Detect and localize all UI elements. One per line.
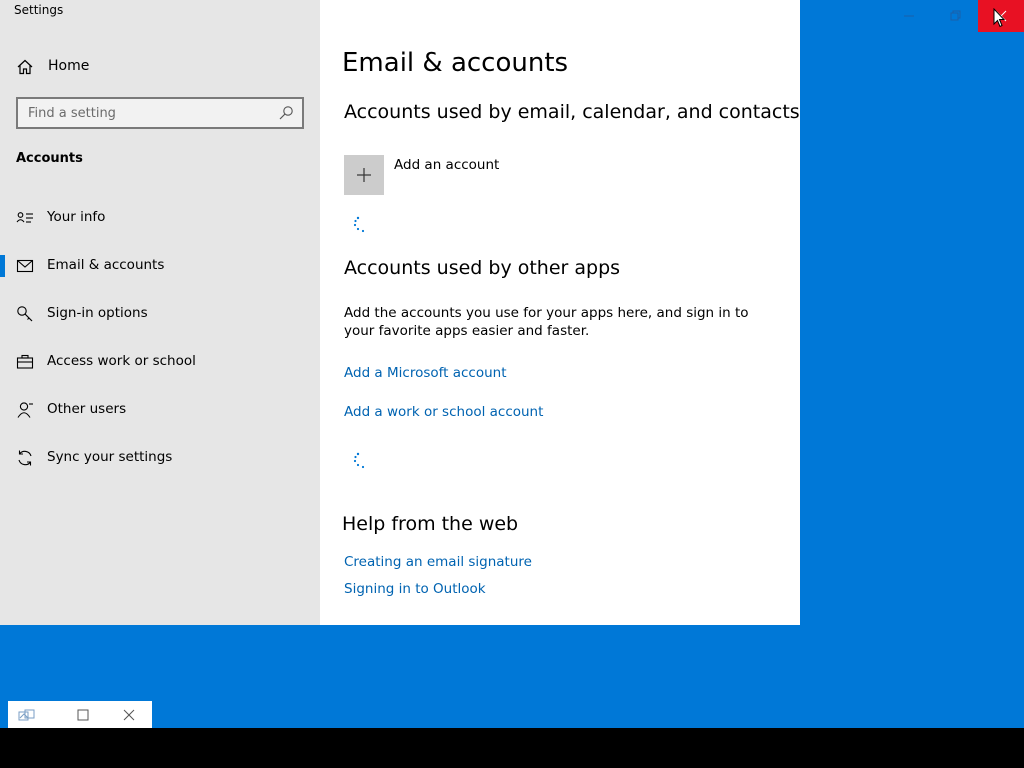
mail-icon (16, 257, 34, 275)
minimize-button[interactable] (886, 0, 932, 32)
main-content: Email & accounts Accounts used by email,… (320, 0, 800, 625)
contact-card-icon (16, 209, 34, 227)
email-section-heading: Accounts used by email, calendar, and co… (344, 101, 800, 123)
email-signature-help-link[interactable]: Creating an email signature (344, 554, 532, 570)
restore-button[interactable] (932, 0, 978, 32)
search-input[interactable] (18, 99, 268, 127)
section-heading-accounts: Accounts (16, 151, 83, 166)
sidebar-item-sync-settings[interactable]: Sync your settings (0, 438, 320, 478)
restore-icon (950, 10, 961, 21)
settings-window: Settings Home Accounts Your info (0, 0, 800, 625)
restore-icon[interactable] (16, 707, 35, 723)
outlook-sign-in-help-link[interactable]: Signing in to Outlook (344, 581, 486, 597)
add-account-label: Add an account (394, 157, 500, 173)
close-icon[interactable] (121, 707, 137, 723)
sidebar-item-label: Sync your settings (47, 449, 173, 465)
home-label: Home (48, 58, 90, 74)
sidebar-item-label: Other users (47, 401, 127, 417)
apps-section-heading: Accounts used by other apps (344, 257, 621, 279)
app-title: Settings (14, 3, 64, 17)
page-title: Email & accounts (342, 48, 569, 78)
sidebar-item-other-users[interactable]: Other users (0, 390, 320, 430)
sidebar-item-label: Access work or school (47, 353, 196, 369)
loading-spinner-icon (350, 216, 370, 236)
sidebar-item-your-info[interactable]: Your info (0, 198, 320, 238)
mouse-cursor-icon (993, 7, 1006, 28)
plus-icon (357, 168, 371, 182)
sidebar-item-label: Sign-in options (47, 305, 148, 321)
key-icon (16, 305, 34, 323)
add-account-button[interactable]: Add an account (344, 155, 544, 195)
add-work-school-account-link[interactable]: Add a work or school account (344, 404, 543, 420)
sidebar-item-home[interactable]: Home (0, 52, 320, 80)
briefcase-icon (16, 353, 34, 371)
sidebar-item-sign-in-options[interactable]: Sign-in options (0, 294, 320, 334)
home-icon (16, 58, 34, 76)
selection-indicator (0, 255, 5, 277)
sidebar-item-label: Your info (47, 209, 106, 225)
loading-spinner-icon (350, 452, 370, 472)
floating-window-controls (8, 701, 152, 728)
add-account-tile (344, 155, 384, 195)
help-section-heading: Help from the web (342, 513, 519, 535)
sidebar-item-access-work-school[interactable]: Access work or school (0, 342, 320, 382)
add-microsoft-account-link[interactable]: Add a Microsoft account (344, 365, 507, 381)
taskbar (0, 728, 1024, 768)
sidebar: Settings Home Accounts Your info (0, 0, 320, 625)
sidebar-item-email-accounts[interactable]: Email & accounts (0, 246, 320, 286)
person-icon (16, 401, 34, 419)
search-icon[interactable] (278, 105, 294, 121)
minimize-icon (904, 15, 914, 17)
sidebar-item-label: Email & accounts (47, 257, 165, 273)
search-box[interactable] (16, 97, 304, 129)
apps-section-description: Add the accounts you use for your apps h… (344, 305, 749, 339)
maximize-icon[interactable] (75, 707, 91, 723)
sync-icon (16, 449, 34, 467)
